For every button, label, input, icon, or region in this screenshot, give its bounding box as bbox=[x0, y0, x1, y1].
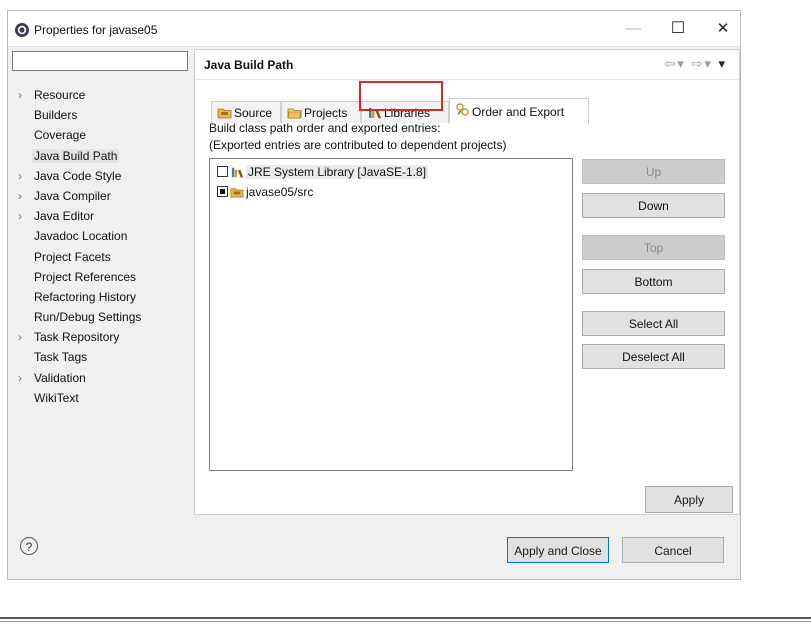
window-title: Properties for javase05 bbox=[34, 23, 158, 37]
filter-input[interactable] bbox=[12, 51, 188, 71]
tree-item-label: Task Repository bbox=[34, 330, 120, 345]
select-all-button[interactable]: Select All bbox=[582, 311, 725, 336]
apply-button[interactable]: Apply bbox=[645, 486, 733, 513]
tree-item-label: WikiText bbox=[34, 390, 79, 405]
chevron-right-icon[interactable]: › bbox=[18, 186, 22, 206]
tree-item-label: Java Compiler bbox=[34, 188, 111, 203]
tree-item-resource[interactable]: › Resource bbox=[8, 85, 194, 105]
highlight-annotation bbox=[359, 81, 443, 111]
tree-item-validation[interactable]: › Validation bbox=[8, 368, 194, 388]
tree-item-label: Coverage bbox=[34, 128, 87, 143]
page-header: Java Build Path ⇦▾ ⇨▾ ▾ bbox=[195, 50, 739, 80]
tree-item-label: Javadoc Location bbox=[34, 229, 128, 244]
tree-item-project-references[interactable]: Project References bbox=[8, 267, 194, 287]
tree-item-label: Java Code Style bbox=[34, 168, 122, 183]
tree-item-label: Task Tags bbox=[34, 350, 88, 365]
page-title: Java Build Path bbox=[204, 58, 294, 72]
tree-item-java-build-path[interactable]: Java Build Path bbox=[8, 146, 194, 166]
tree-item-project-facets[interactable]: Project Facets bbox=[8, 247, 194, 267]
export-checkbox[interactable] bbox=[217, 166, 228, 177]
description-line: Build class path order and exported entr… bbox=[209, 121, 441, 135]
tree-item-label: Resource bbox=[34, 88, 86, 102]
properties-dialog: Properties for javase05 — ☐ ✕ › Resource… bbox=[7, 10, 741, 580]
export-checkbox[interactable] bbox=[217, 186, 228, 197]
tree-item-coverage[interactable]: Coverage bbox=[8, 125, 194, 145]
chevron-right-icon[interactable]: › bbox=[18, 166, 22, 186]
chevron-right-icon[interactable]: › bbox=[18, 368, 22, 388]
up-button[interactable]: Up bbox=[582, 159, 725, 184]
eclipse-icon bbox=[15, 23, 29, 37]
tree-item-java-code-style[interactable]: › Java Code Style bbox=[8, 166, 194, 186]
chevron-right-icon[interactable]: › bbox=[18, 327, 22, 347]
tree-item-label: Java Build Path bbox=[32, 148, 120, 163]
source-folder-icon bbox=[217, 108, 232, 119]
library-icon bbox=[231, 167, 244, 178]
tree-item-wikitext[interactable]: WikiText bbox=[8, 388, 194, 408]
page-divider bbox=[0, 621, 811, 622]
tree-item-builders[interactable]: Builders bbox=[8, 105, 194, 125]
top-button[interactable]: Top bbox=[582, 235, 725, 260]
entry-label: javase05/src bbox=[246, 185, 314, 199]
cancel-button[interactable]: Cancel bbox=[622, 537, 724, 563]
history-navigation: ⇦▾ ⇨▾ ▾ bbox=[664, 56, 727, 72]
forward-arrow-icon[interactable]: ⇨ bbox=[691, 56, 704, 71]
tree-item-task-repository[interactable]: › Task Repository bbox=[8, 327, 194, 347]
tab-label: Source bbox=[234, 106, 273, 120]
tree-item-label: Refactoring History bbox=[34, 289, 137, 304]
tab-label: Order and Export bbox=[472, 105, 565, 119]
tree-item-task-tags[interactable]: Task Tags bbox=[8, 347, 194, 367]
tab-label: Projects bbox=[304, 106, 348, 120]
page-divider bbox=[0, 617, 811, 619]
close-button[interactable]: ✕ bbox=[703, 17, 743, 41]
description-line: (Exported entries are contributed to dep… bbox=[209, 138, 507, 152]
tree-item-label: Validation bbox=[34, 370, 86, 385]
page-description: Build class path order and exported entr… bbox=[209, 120, 507, 154]
back-arrow-icon[interactable]: ⇦ bbox=[664, 56, 677, 71]
apply-and-close-button[interactable]: Apply and Close bbox=[507, 537, 609, 563]
back-dropdown-icon[interactable]: ▾ bbox=[677, 56, 686, 71]
title-bar: Properties for javase05 — ☐ ✕ bbox=[8, 11, 740, 47]
tree-item-label: Run/Debug Settings bbox=[34, 310, 142, 325]
chevron-right-icon[interactable]: › bbox=[18, 85, 22, 105]
help-icon[interactable]: ? bbox=[20, 537, 38, 555]
down-button[interactable]: Down bbox=[582, 193, 725, 218]
chevron-right-icon[interactable]: › bbox=[18, 206, 22, 226]
build-path-entries-list[interactable]: JRE System Library [JavaSE-1.8] javase05… bbox=[209, 158, 573, 471]
tree-item-javadoc-location[interactable]: Javadoc Location bbox=[8, 226, 194, 246]
view-menu-icon[interactable]: ▾ bbox=[718, 56, 727, 71]
forward-dropdown-icon[interactable]: ▾ bbox=[704, 56, 713, 71]
bottom-button[interactable]: Bottom bbox=[582, 269, 725, 294]
list-item[interactable]: javase05/src bbox=[210, 182, 572, 202]
property-tree: › Resource Builders Coverage Java Build … bbox=[8, 85, 194, 408]
tree-item-java-editor[interactable]: › Java Editor bbox=[8, 206, 194, 226]
tree-item-label: Project References bbox=[34, 269, 137, 284]
entry-label: JRE System Library [JavaSE-1.8] bbox=[246, 165, 429, 179]
order-export-icon bbox=[456, 103, 469, 116]
tree-item-label: Project Facets bbox=[34, 249, 111, 264]
list-item[interactable]: JRE System Library [JavaSE-1.8] bbox=[210, 162, 572, 182]
tree-item-label: Builders bbox=[34, 108, 78, 123]
deselect-all-button[interactable]: Deselect All bbox=[582, 344, 725, 369]
tree-item-java-compiler[interactable]: › Java Compiler bbox=[8, 186, 194, 206]
tree-item-run-debug-settings[interactable]: Run/Debug Settings bbox=[8, 307, 194, 327]
maximize-button[interactable]: ☐ bbox=[658, 17, 698, 41]
tree-item-refactoring-history[interactable]: Refactoring History bbox=[8, 287, 194, 307]
source-folder-icon bbox=[230, 188, 244, 198]
minimize-button[interactable]: — bbox=[613, 17, 653, 41]
projects-folder-icon bbox=[287, 108, 302, 119]
tree-item-label: Java Editor bbox=[34, 209, 95, 224]
